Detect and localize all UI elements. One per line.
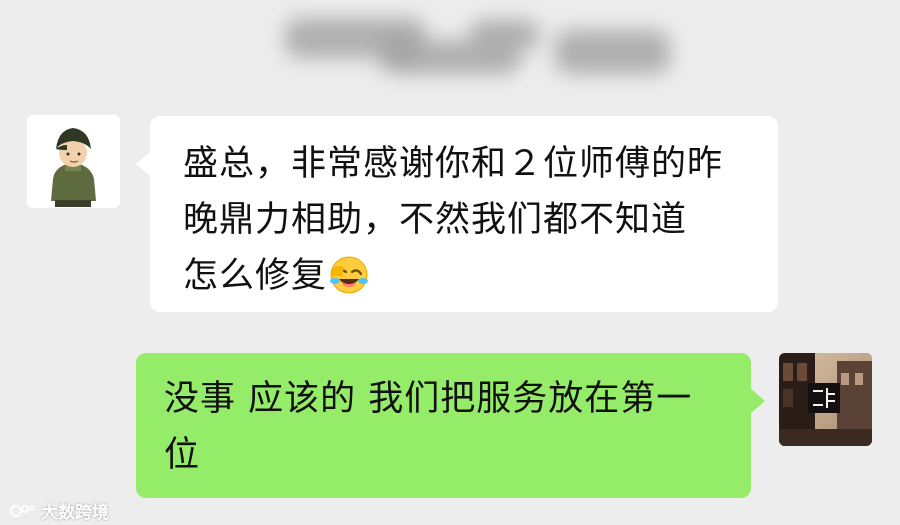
message-line: 位 bbox=[164, 435, 201, 475]
message-line: 晚鼎力相助，不然我们都不知道 bbox=[183, 200, 688, 240]
watermark-logo-icon bbox=[10, 504, 35, 517]
storefront-photo-icon bbox=[779, 353, 872, 446]
incoming-message-bubble[interactable]: 盛总，非常感谢你和２位师傅的昨 晚鼎力相助，不然我们都不知道 怎么修复 bbox=[136, 116, 778, 312]
outgoing-message-bubble[interactable]: 没事 应该的 我们把服务放在第一 位 bbox=[136, 353, 765, 498]
message-line: 没事 应该的 我们把服务放在第一 bbox=[164, 379, 693, 419]
contact-avatar[interactable] bbox=[27, 115, 120, 208]
blurred-chat-title bbox=[0, 0, 900, 100]
soldier-cartoon-icon bbox=[27, 115, 120, 208]
message-line: 怎么修复 bbox=[183, 248, 750, 312]
message-line: 盛总，非常感谢你和２位师傅的昨 bbox=[183, 144, 724, 184]
laughing-crying-face-icon bbox=[329, 255, 369, 312]
my-avatar[interactable] bbox=[779, 353, 872, 446]
watermark-text: 大数跨境 bbox=[41, 503, 109, 523]
watermark: 大数跨境 bbox=[10, 498, 109, 523]
